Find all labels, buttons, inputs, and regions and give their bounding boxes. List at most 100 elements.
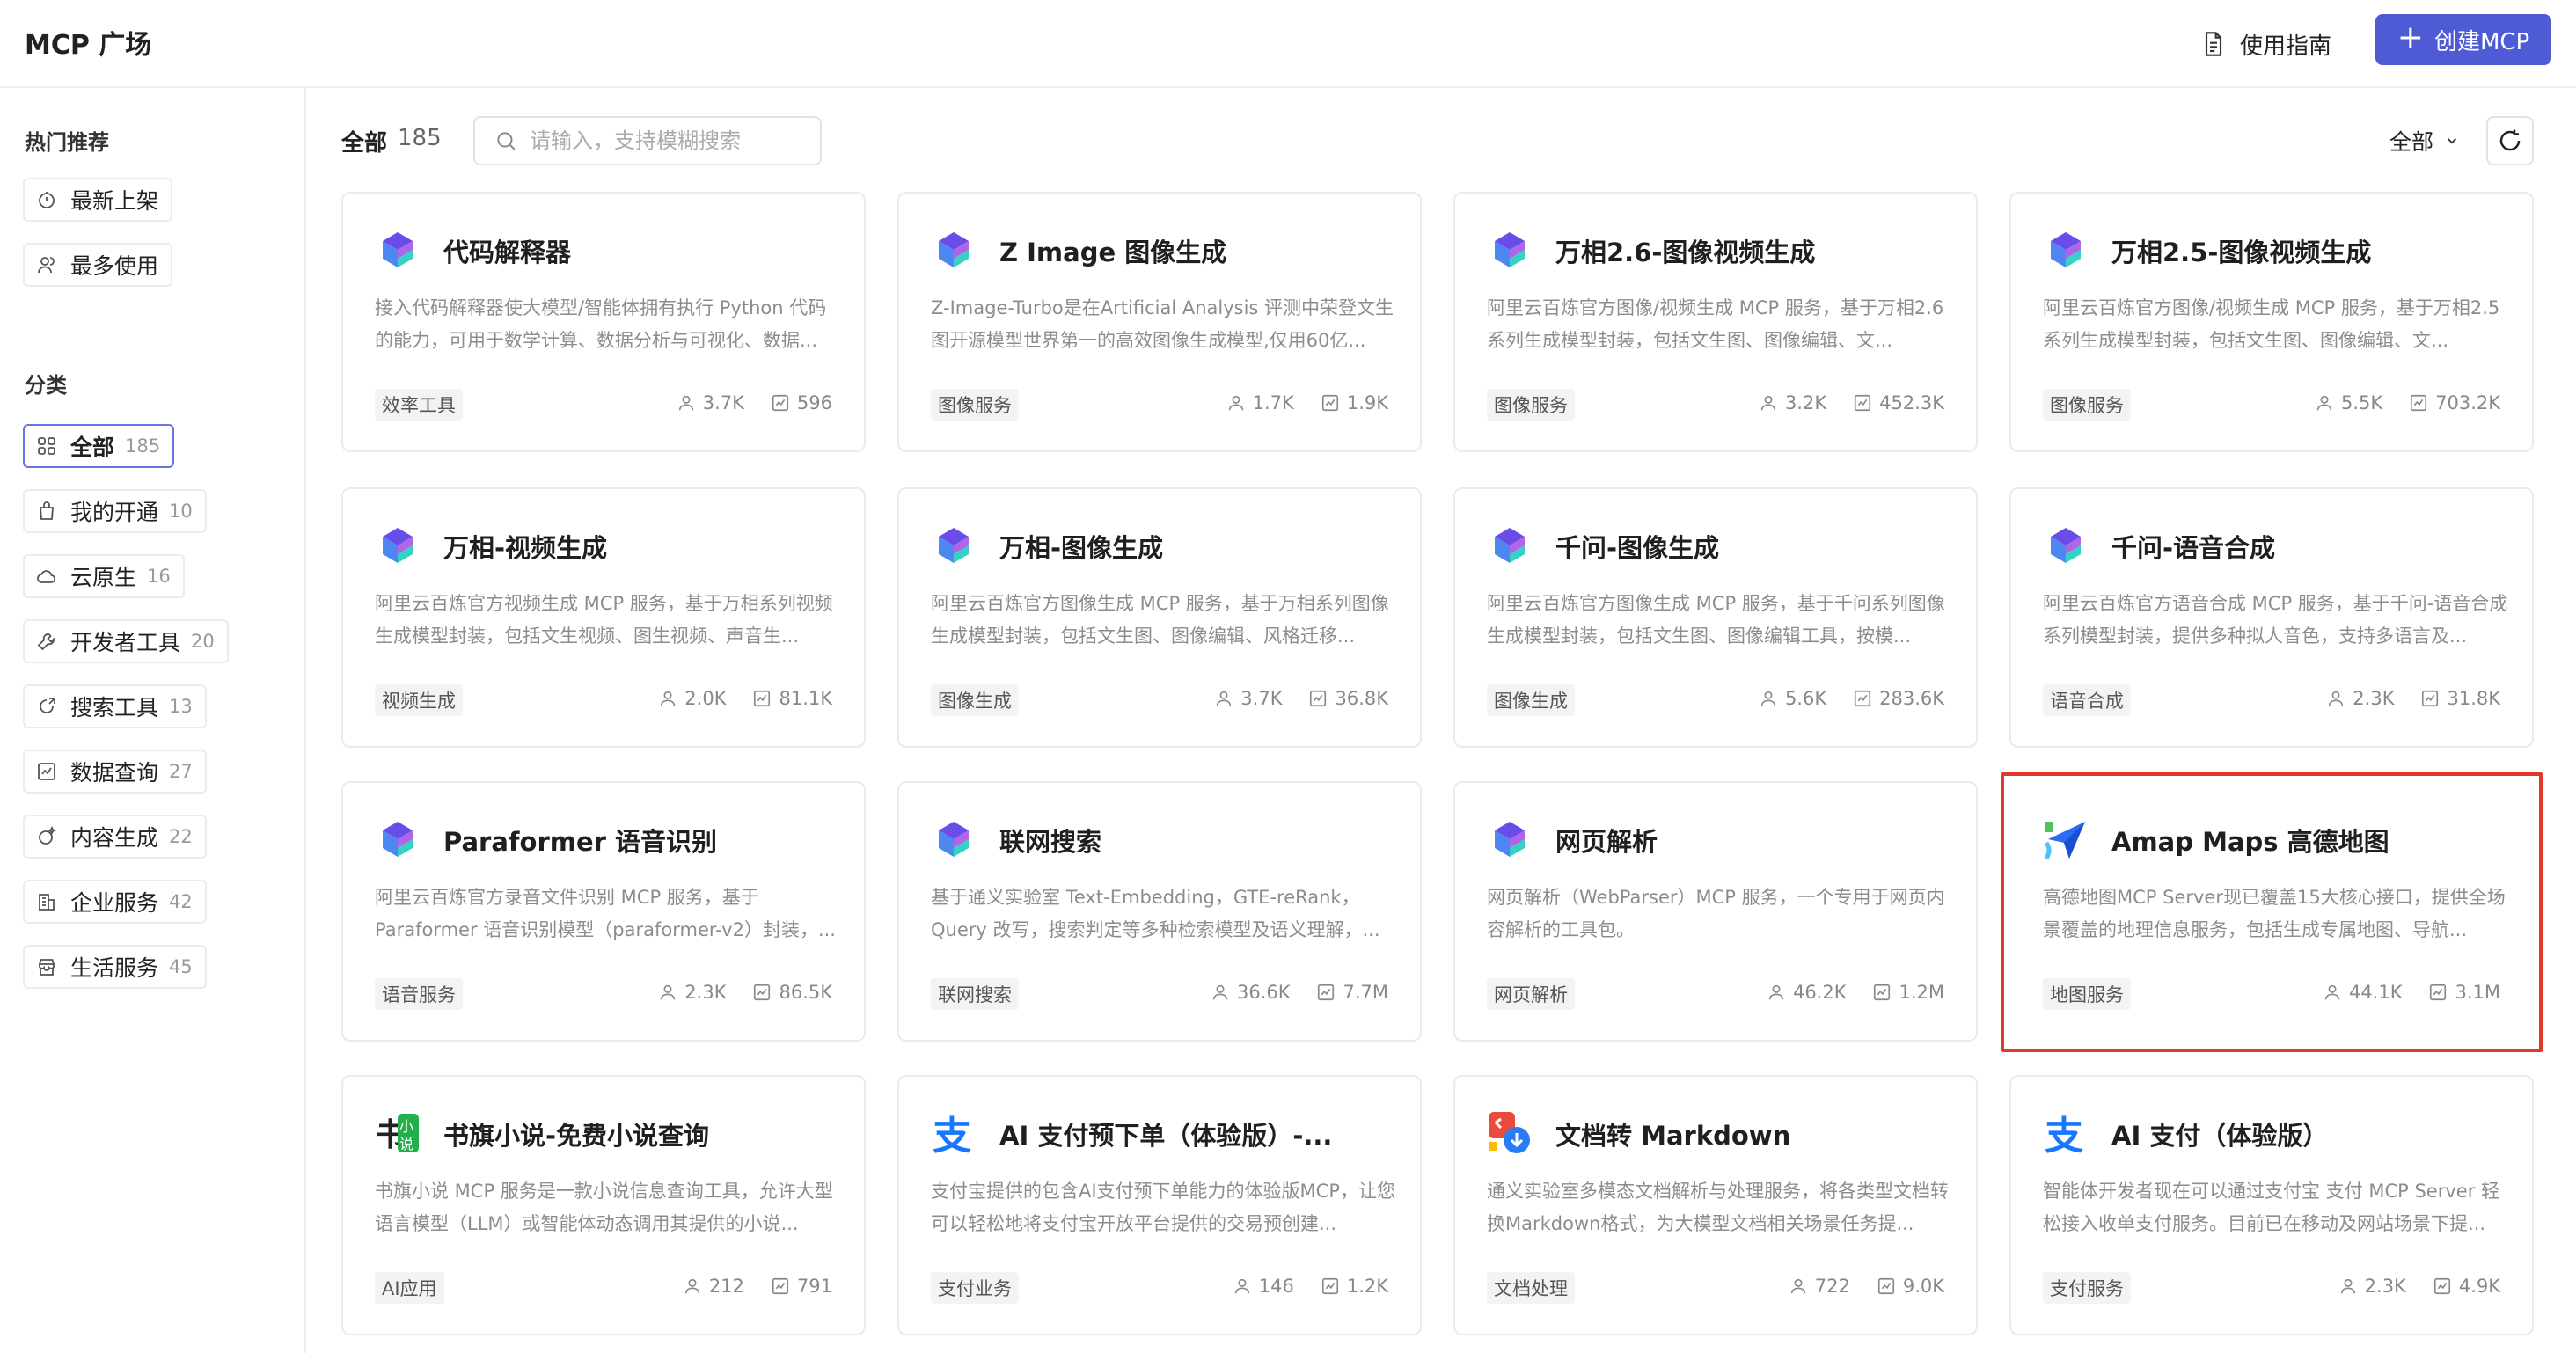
calls-chart-icon <box>772 1277 788 1295</box>
svg-text:支: 支 <box>933 1114 971 1156</box>
sidebar-item-cloud-native[interactable]: 云原生 16 <box>23 554 185 598</box>
search-box[interactable] <box>473 116 822 165</box>
card-description: 阿里云百炼官方图像生成 MCP 服务，基于万相系列图像生成模型封装，包括文生图、… <box>931 593 1389 647</box>
search-input[interactable] <box>530 128 811 153</box>
card-users-count: 36.6K <box>1236 982 1291 1003</box>
bailian-logo-icon <box>1487 523 1533 568</box>
card-description: 阿里云百炼官方录音文件识别 MCP 服务，基于Paraformer 语音识别模型… <box>375 887 836 940</box>
mcp-card[interactable]: Amap Maps 高德地图 高德地图MCP Server现已覆盖15大核心接口，… <box>2001 772 2543 1052</box>
card-title: 书旗小说-免费小说查询 <box>443 1121 710 1151</box>
sidebar-item-life-services[interactable]: 生活服务 45 <box>23 945 207 989</box>
sidebar-item-count: 10 <box>169 501 193 522</box>
mcp-card[interactable]: 文档转 Markdown 通义实验室多模态文档解析与处理服务，将各类型文档转换Ma… <box>1453 1075 1978 1335</box>
user-icon <box>2329 691 2344 706</box>
card-users-count: 1.7K <box>1252 392 1294 413</box>
card-calls-count: 1.9K <box>1346 392 1388 413</box>
card-calls-count: 791 <box>796 1276 832 1297</box>
svg-text:支: 支 <box>2045 1114 2083 1156</box>
card-tag: 支付服务 <box>2043 1272 2131 1304</box>
refresh-icon <box>2499 129 2521 151</box>
card-users-count: 46.2K <box>1792 982 1847 1003</box>
sidebar-item-most-used[interactable]: 最多使用 <box>23 243 173 287</box>
mcp-card[interactable]: 万相2.5-图像视频生成 阿里云百炼官方图像/视频生成 MCP 服务，基于万相2.… <box>2009 192 2534 452</box>
card-users-count: 2.0K <box>684 688 727 709</box>
card-calls-count: 9.0K <box>1902 1276 1944 1297</box>
mcp-card[interactable]: 支 AI 支付预下单（体验版）-... 支付宝提供的包含AI支付预下单能力的体验版M… <box>897 1075 1422 1335</box>
sidebar-item-label: 企业服务 <box>70 890 159 916</box>
mcp-card[interactable]: Z Image 图像生成 Z-Image-Turbo是在Artificial An… <box>897 192 1422 452</box>
card-description: 阿里云百炼官方视频生成 MCP 服务，基于万相系列视频生成模型封装，包括文生视频… <box>375 593 833 647</box>
card-calls-count: 1.2K <box>1346 1276 1388 1297</box>
card-calls-count: 31.8K <box>2447 688 2500 709</box>
user-icon <box>1760 691 1776 706</box>
mcp-card[interactable]: 万相-图像生成 阿里云百炼官方图像生成 MCP 服务，基于万相系列图像生成模型封装… <box>897 487 1422 748</box>
card-tag: 语音服务 <box>375 978 463 1010</box>
card-tag: 支付业务 <box>931 1272 1019 1304</box>
card-tag: 联网搜索 <box>931 978 1019 1010</box>
wrench-icon <box>35 630 58 653</box>
create-label: 创建MCP <box>2433 28 2530 55</box>
sidebar-item-count: 20 <box>191 631 215 652</box>
sidebar-item-developer-tools[interactable]: 开发者工具 20 <box>23 619 229 663</box>
top-header: MCP 广场 使用指南 + 创建MCP <box>0 0 2576 88</box>
card-title: 千问-语音合成 <box>2111 533 2276 563</box>
card-title: AI 支付（体验版） <box>2111 1121 2329 1151</box>
card-stats: 2.3K 86.5K <box>658 982 832 1003</box>
user-icon <box>1760 395 1776 411</box>
sidebar-item-content-generation[interactable]: 内容生成 22 <box>23 815 207 859</box>
user-icon <box>2340 1278 2355 1294</box>
card-calls-count: 86.5K <box>779 982 832 1003</box>
card-tag: 图像生成 <box>1487 684 1575 716</box>
sidebar-item-newest[interactable]: 最新上架 <box>23 178 173 222</box>
mcp-card[interactable]: 代码解释器 接入代码解释器使大模型/智能体拥有执行 Python 代码的能力，可用… <box>341 192 866 452</box>
calls-chart-icon <box>1310 690 1327 707</box>
card-stats: 2.3K 4.9K <box>2338 1276 2500 1297</box>
refresh-button[interactable] <box>2486 116 2534 165</box>
mcp-card[interactable]: 支 AI 支付（体验版） 智能体开发者现在可以通过支付宝 支付 MCP Server… <box>2009 1075 2534 1335</box>
card-calls-count: 3.1M <box>2455 982 2500 1003</box>
sidebar-item-label: 我的开通 <box>70 500 159 525</box>
sidebar-item-label: 搜索工具 <box>70 695 159 720</box>
sidebar-item-all[interactable]: 全部 185 <box>23 424 175 468</box>
card-users-count: 722 <box>1814 1276 1850 1297</box>
sparkle-icon <box>35 825 58 848</box>
user-icon <box>1790 1278 1805 1294</box>
card-calls-count: 452.3K <box>1879 392 1944 413</box>
mcp-card[interactable]: 书小说书旗小说-免费小说查询 书旗小说 MCP 服务是一款小说信息查询工具，允许大… <box>341 1075 866 1335</box>
card-calls-count: 703.2K <box>2435 392 2500 413</box>
clock-icon <box>35 188 58 211</box>
mcp-card[interactable]: Paraformer 语音识别 阿里云百炼官方录音文件识别 MCP 服务，基于Pa… <box>341 781 866 1042</box>
sidebar-item-label: 全部 <box>70 435 115 460</box>
all-count: 185 <box>398 125 442 151</box>
sidebar-item-data-query[interactable]: 数据查询 27 <box>23 750 207 794</box>
mcp-card[interactable]: 千问-图像生成 阿里云百炼官方图像生成 MCP 服务，基于千问系列图像生成模型封装… <box>1453 487 1978 748</box>
card-users-count: 44.1K <box>2348 982 2403 1003</box>
calls-chart-icon <box>1321 394 1338 412</box>
sidebar-item-enterprise-services[interactable]: 企业服务 42 <box>23 880 207 924</box>
mcp-card[interactable]: 联网搜索 基于通义实验室 Text-Embedding，GTE-reRank，Qu… <box>897 781 1422 1042</box>
create-mcp-button[interactable]: + 创建MCP <box>2375 14 2551 65</box>
mcp-card[interactable]: 万相-视频生成 阿里云百炼官方视频生成 MCP 服务，基于万相系列视频生成模型封装… <box>341 487 866 748</box>
mcp-card[interactable]: 万相2.6-图像视频生成 阿里云百炼官方图像/视频生成 MCP 服务，基于万相2.… <box>1453 192 1978 452</box>
card-stats: 3.2K 452.3K <box>1759 392 1944 413</box>
user-icon <box>2316 395 2332 411</box>
card-calls-count: 7.7M <box>1343 982 1388 1003</box>
card-title: 文档转 Markdown <box>1555 1121 1791 1151</box>
sidebar-item-label: 最新上架 <box>70 188 159 214</box>
bailian-logo-icon <box>375 523 421 568</box>
filter-select[interactable]: 全部 <box>2389 125 2460 157</box>
sidebar-item-my-subscriptions[interactable]: 我的开通 10 <box>23 489 207 533</box>
mcp-card[interactable]: 网页解析 网页解析（WebParser）MCP 服务，一个专用于网页内容解析的工具… <box>1453 781 1978 1042</box>
calls-chart-icon <box>2430 984 2447 1001</box>
card-description: 书旗小说 MCP 服务是一款小说信息查询工具，允许大型语言模型（LLM）或智能体… <box>375 1181 833 1234</box>
card-description: 阿里云百炼官方图像/视频生成 MCP 服务，基于万相2.5系列生成模型封装，包括… <box>2043 297 2500 351</box>
sidebar-item-search-tools[interactable]: 搜索工具 13 <box>23 684 207 728</box>
card-stats: 146 1.2K <box>1233 1276 1388 1297</box>
mcp-card[interactable]: 千问-语音合成 阿里云百炼官方语音合成 MCP 服务，基于千问-语音合成系列模型封… <box>2009 487 2534 748</box>
card-stats: 212 791 <box>683 1276 832 1297</box>
guide-button[interactable]: 使用指南 <box>2199 19 2331 69</box>
user-icon <box>2324 984 2340 1000</box>
card-calls-count: 596 <box>796 392 832 413</box>
bailian-logo-icon <box>931 227 977 273</box>
sidebar-item-label: 生活服务 <box>70 955 159 981</box>
